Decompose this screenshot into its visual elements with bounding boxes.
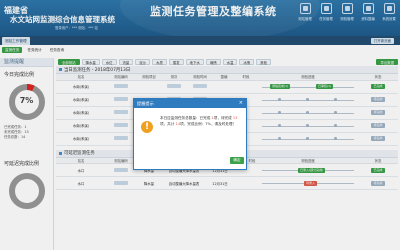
dialog-header: 提醒提示 × — [134, 99, 246, 108]
msg-part: 项，待完成 — [213, 116, 232, 120]
reminder-dialog: 提醒提示 × ! 本日应监测任务总数量：已完成 1项，待完成 13项，共计 14… — [133, 98, 247, 170]
pending-number: 13 — [232, 116, 238, 120]
confirm-button[interactable]: 确定 — [230, 157, 244, 164]
msg-part: 项，完成比例：7%，请及时处理！ — [180, 122, 237, 126]
msg-part: 已完成 — [199, 116, 211, 120]
dialog-message: 本日应监测任务总数量：已完成 1项，待完成 13项，共计 14项，完成比例：7%… — [160, 115, 244, 127]
msg-part: 本日应监测任务总数量： — [160, 116, 200, 120]
warning-icon: ! — [141, 121, 153, 133]
dialog-title: 提醒提示 — [137, 101, 154, 106]
close-icon[interactable]: × — [239, 99, 243, 108]
msg-part: 项，共计 — [160, 122, 175, 126]
